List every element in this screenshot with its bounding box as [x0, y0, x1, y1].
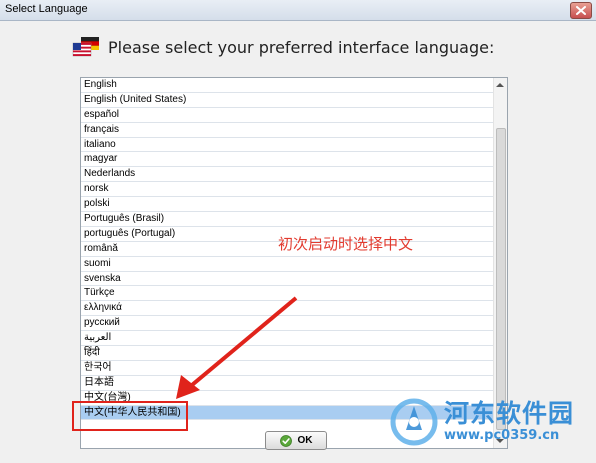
- list-item[interactable]: español: [81, 108, 493, 123]
- annotation-highlight-box: [72, 401, 188, 431]
- close-icon: [576, 6, 586, 15]
- scrollbar-thumb[interactable]: [496, 128, 506, 430]
- list-item[interactable]: 한국어: [81, 361, 493, 376]
- close-button[interactable]: [570, 2, 592, 19]
- list-item[interactable]: ελληνικά: [81, 301, 493, 317]
- list-item[interactable]: polski: [81, 197, 493, 213]
- list-item[interactable]: English: [81, 78, 493, 93]
- window-title: Select Language: [5, 3, 88, 15]
- watermark-url: www.pc0359.cn: [444, 428, 560, 443]
- list-item[interactable]: English (United States): [81, 93, 493, 108]
- ok-button[interactable]: OK: [265, 431, 327, 450]
- watermark-name: 河东软件园: [444, 399, 575, 428]
- list-item[interactable]: 日本語: [81, 376, 493, 391]
- list-item[interactable]: العربية: [81, 331, 493, 347]
- scroll-up-arrow-icon[interactable]: [496, 83, 504, 87]
- list-item[interactable]: italiano: [81, 138, 493, 153]
- list-item[interactable]: magyar: [81, 152, 493, 168]
- page-title: Please select your preferred interface l…: [108, 37, 495, 57]
- list-item[interactable]: norsk: [81, 182, 493, 198]
- list-item[interactable]: svenska: [81, 272, 493, 287]
- ok-button-label: OK: [297, 435, 313, 446]
- title-bar: Select Language: [0, 0, 596, 21]
- list-item[interactable]: Nederlands: [81, 167, 493, 183]
- list-item[interactable]: suomi: [81, 257, 493, 272]
- watermark-logo-icon: [390, 398, 438, 446]
- annotation-text: 初次启动时选择中文: [278, 235, 414, 253]
- us-german-flags-icon: [72, 37, 99, 57]
- list-item[interactable]: Türkçe: [81, 286, 493, 302]
- dialog-header: Please select your preferred interface l…: [72, 34, 494, 60]
- list-item[interactable]: français: [81, 123, 493, 138]
- list-item[interactable]: हिंदी: [81, 346, 493, 361]
- check-icon: [279, 434, 292, 447]
- list-item[interactable]: Português (Brasil): [81, 212, 493, 227]
- watermark: 河东软件园 www.pc0359.cn: [388, 392, 594, 454]
- list-item[interactable]: русский: [81, 316, 493, 332]
